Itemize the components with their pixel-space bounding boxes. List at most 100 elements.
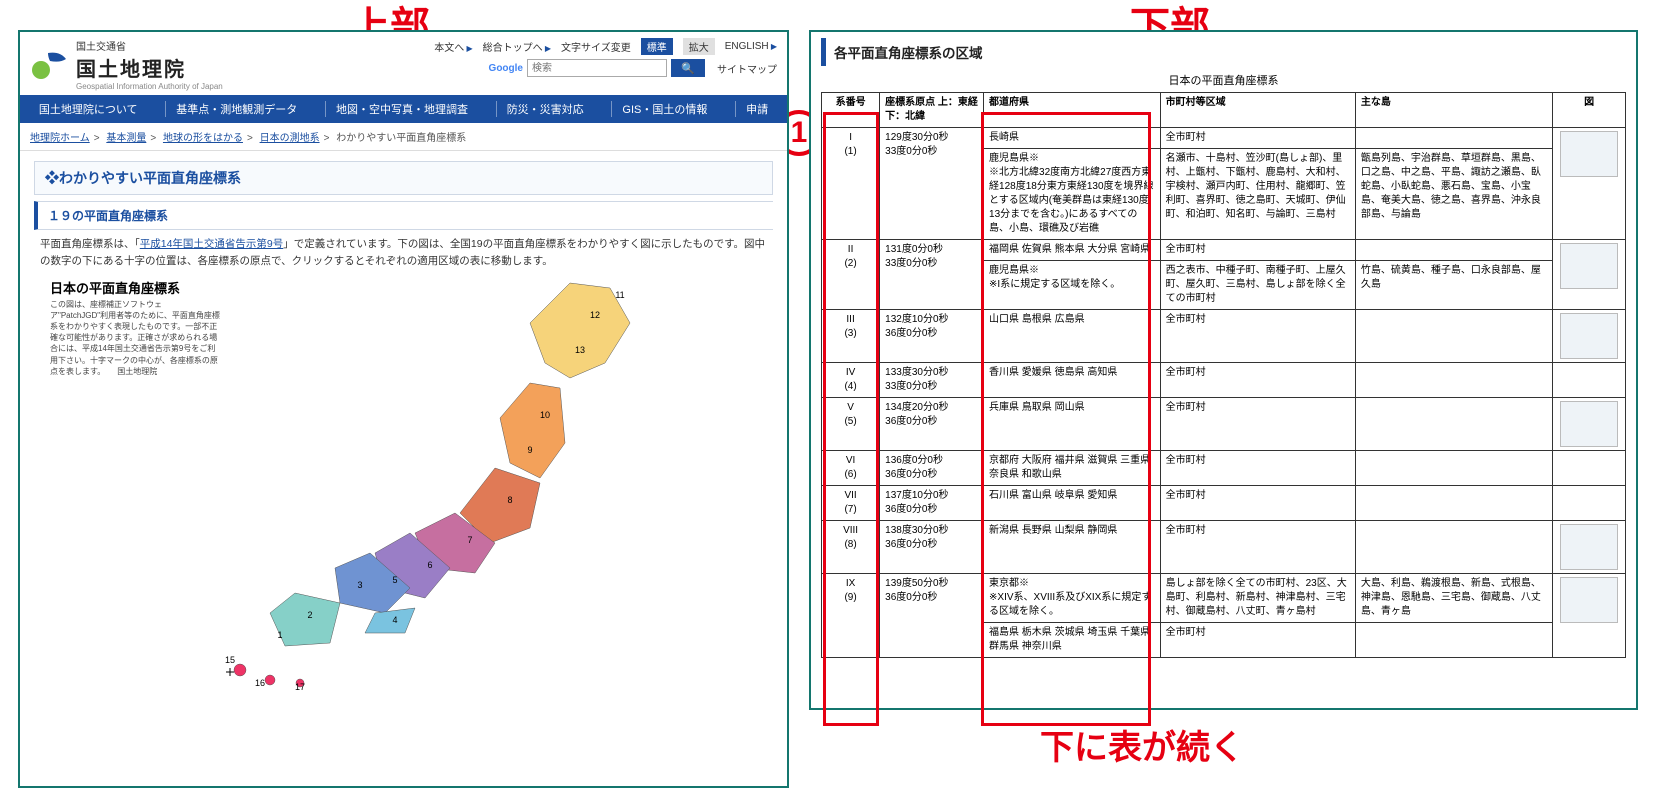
svg-text:5: 5 (392, 575, 397, 585)
notice-link[interactable]: 平成14年国土交通省告示第9号 (140, 238, 284, 250)
japan-map[interactable]: 1213 109 87 65 43 21 151617 11 (200, 268, 740, 698)
breadcrumb: 地理院ホーム> 基本測量> 地球の形をはかる> 日本の測地系> わかりやすい平面… (20, 123, 787, 151)
cell-fig[interactable] (1553, 574, 1626, 658)
table-row: IX (9)139度50分0秒 36度0分0秒東京都※ ※XIV系、XVIII系… (822, 574, 1626, 623)
bc-0[interactable]: 地理院ホーム (30, 133, 90, 144)
cell-origin: 131度0分0秒 33度0分0秒 (880, 240, 984, 310)
cell-pref: 東京都※ ※XIV系、XVIII系及びXIX系に規定する区域を除く。 (984, 574, 1161, 623)
english-link[interactable]: ENGLISH (725, 41, 777, 52)
cell-islands (1355, 128, 1552, 149)
nav-gis[interactable]: GIS・国土の情報 (611, 101, 717, 117)
svg-text:8: 8 (507, 495, 512, 505)
fontsize-standard-button[interactable]: 標準 (641, 38, 673, 55)
cell-fig[interactable] (1553, 363, 1626, 398)
cell-origin: 139度50分0秒 36度0分0秒 (880, 574, 984, 658)
global-nav: 国土地理院について 基準点・測地観測データ 地図・空中写真・地理調査 防災・災害… (20, 95, 787, 123)
svg-text:13: 13 (575, 345, 585, 355)
bc-1[interactable]: 基本測量 (106, 133, 146, 144)
cell-islands (1355, 310, 1552, 363)
svg-text:17: 17 (295, 682, 305, 692)
cell-origin: 129度30分0秒 33度0分0秒 (880, 128, 984, 240)
nav-about[interactable]: 国土地理院について (29, 101, 148, 117)
cell-fig[interactable] (1553, 310, 1626, 363)
right-panel: 各平面直角座標系の区域 日本の平面直角座標系 系番号 座標系原点 上：東経 下：… (809, 30, 1638, 710)
cell-sys: VII (7) (822, 486, 880, 521)
mini-map-icon (1560, 524, 1618, 570)
nav-maps[interactable]: 地図・空中写真・地理調査 (325, 101, 478, 117)
table-row: VI (6)136度0分0秒 36度0分0秒京都府 大阪府 福井県 滋賀県 三重… (822, 451, 1626, 486)
cell-pref: 新潟県 長野県 山梨県 静岡県 (984, 521, 1161, 574)
cell-pref: 香川県 愛媛県 徳島県 高知県 (984, 363, 1161, 398)
cell-fig[interactable] (1553, 486, 1626, 521)
section-title: １９の平面直角座標系 (34, 201, 773, 230)
th-sys: 系番号 (822, 93, 880, 128)
table-header-row: 系番号 座標系原点 上：東経 下：北緯 都道府県 市町村等区域 主な島 図 (822, 93, 1626, 128)
search-input[interactable] (527, 59, 667, 77)
cell-fig[interactable] (1553, 398, 1626, 451)
cell-area: 名瀬市、十島村、笠沙町(島しょ部)、里村、上甑村、下甑村、鹿島村、大和村、宇検村… (1160, 149, 1355, 240)
zone-table: 系番号 座標系原点 上：東経 下：北緯 都道府県 市町村等区域 主な島 図 I … (821, 92, 1626, 658)
cell-fig[interactable] (1553, 451, 1626, 486)
bc-sep: > (324, 133, 330, 144)
cell-pref: 福岡県 佐賀県 熊本県 大分県 宮崎県 (984, 240, 1161, 261)
intro-pre: 平面直角座標系は、「 (40, 238, 140, 250)
nav-datum[interactable]: 基準点・測地観測データ (165, 101, 307, 117)
cell-area: 西之表市、中種子町、南種子町、上屋久町、屋久町、三島村、島しょ部を除く全ての市町… (1160, 261, 1355, 310)
cell-islands: 竹島、硫黄島、種子島、口永良部島、屋久島 (1355, 261, 1552, 310)
right-heading: 各平面直角座標系の区域 (821, 38, 1626, 66)
th-area: 市町村等区域 (1160, 93, 1355, 128)
logo[interactable]: 国土交通省 国土地理院 Geospatial Information Autho… (30, 38, 223, 91)
bc-2[interactable]: 地球の形をはかる (163, 133, 243, 144)
cell-pref: 石川県 富山県 岐阜県 愛知県 (984, 486, 1161, 521)
cell-origin: 136度0分0秒 36度0分0秒 (880, 451, 984, 486)
cell-sys: I (1) (822, 128, 880, 240)
cell-sys: II (2) (822, 240, 880, 310)
svg-text:1: 1 (277, 630, 282, 640)
svg-text:4: 4 (392, 615, 397, 625)
gsi-logo-icon (30, 49, 70, 81)
cell-sys: VI (6) (822, 451, 880, 486)
cell-pref: 長崎県 (984, 128, 1161, 149)
mini-map-icon (1560, 313, 1618, 359)
svg-text:2: 2 (307, 610, 312, 620)
cell-pref: 山口県 島根県 広島県 (984, 310, 1161, 363)
svg-text:7: 7 (467, 535, 472, 545)
cell-fig[interactable] (1553, 521, 1626, 574)
cell-area: 全市町村 (1160, 240, 1355, 261)
cell-islands (1355, 623, 1552, 658)
nav-disaster[interactable]: 防災・災害対応 (496, 101, 594, 117)
svg-text:6: 6 (427, 560, 432, 570)
sitemap-link[interactable]: サイトマップ (717, 61, 777, 76)
cell-origin: 132度10分0秒 36度0分0秒 (880, 310, 984, 363)
cell-pref: 兵庫県 鳥取県 岡山県 (984, 398, 1161, 451)
cell-fig[interactable] (1553, 128, 1626, 240)
search-engine-label: Google (489, 63, 523, 74)
cell-pref: 京都府 大阪府 福井県 滋賀県 三重県 奈良県 和歌山県 (984, 451, 1161, 486)
cell-area: 全市町村 (1160, 128, 1355, 149)
table-row: IV (4)133度30分0秒 33度0分0秒香川県 愛媛県 徳島県 高知県全市… (822, 363, 1626, 398)
cell-islands (1355, 398, 1552, 451)
table-row: II (2)131度0分0秒 33度0分0秒福岡県 佐賀県 熊本県 大分県 宮崎… (822, 240, 1626, 261)
top-page-link[interactable]: 総合トップへ (483, 39, 551, 54)
cell-islands (1355, 451, 1552, 486)
cell-sys: IV (4) (822, 363, 880, 398)
cell-islands (1355, 521, 1552, 574)
skip-to-content-link[interactable]: 本文へ (434, 39, 472, 54)
cell-fig[interactable] (1553, 240, 1626, 310)
cell-origin: 134度20分0秒 36度0分0秒 (880, 398, 984, 451)
fontsize-large-button[interactable]: 拡大 (683, 38, 715, 55)
bc-sep: > (94, 133, 100, 144)
map-desc: この図は、座標補正ソフトウェア"PatchJGD"利用者等のために、平面直角座標… (50, 299, 220, 377)
fontsize-label: 文字サイズ変更 (561, 39, 631, 54)
nav-apply[interactable]: 申請 (735, 101, 778, 117)
table-row: III (3)132度10分0秒 36度0分0秒山口県 島根県 広島県全市町村 (822, 310, 1626, 363)
site-header: 国土交通省 国土地理院 Geospatial Information Autho… (20, 32, 787, 95)
bottom-note: 下に表が続く (1040, 720, 1244, 769)
bc-3[interactable]: 日本の測地系 (260, 133, 320, 144)
org-name: 国土地理院 (76, 53, 223, 82)
map-zone: 日本の平面直角座標系 この図は、座標補正ソフトウェア"PatchJGD"利用者等… (50, 278, 773, 708)
mini-map-icon (1560, 401, 1618, 447)
cell-area: 全市町村 (1160, 398, 1355, 451)
search-button[interactable]: 🔍 (671, 59, 705, 77)
cell-pref: 鹿児島県※ ※I系に規定する区域を除く。 (984, 261, 1161, 310)
